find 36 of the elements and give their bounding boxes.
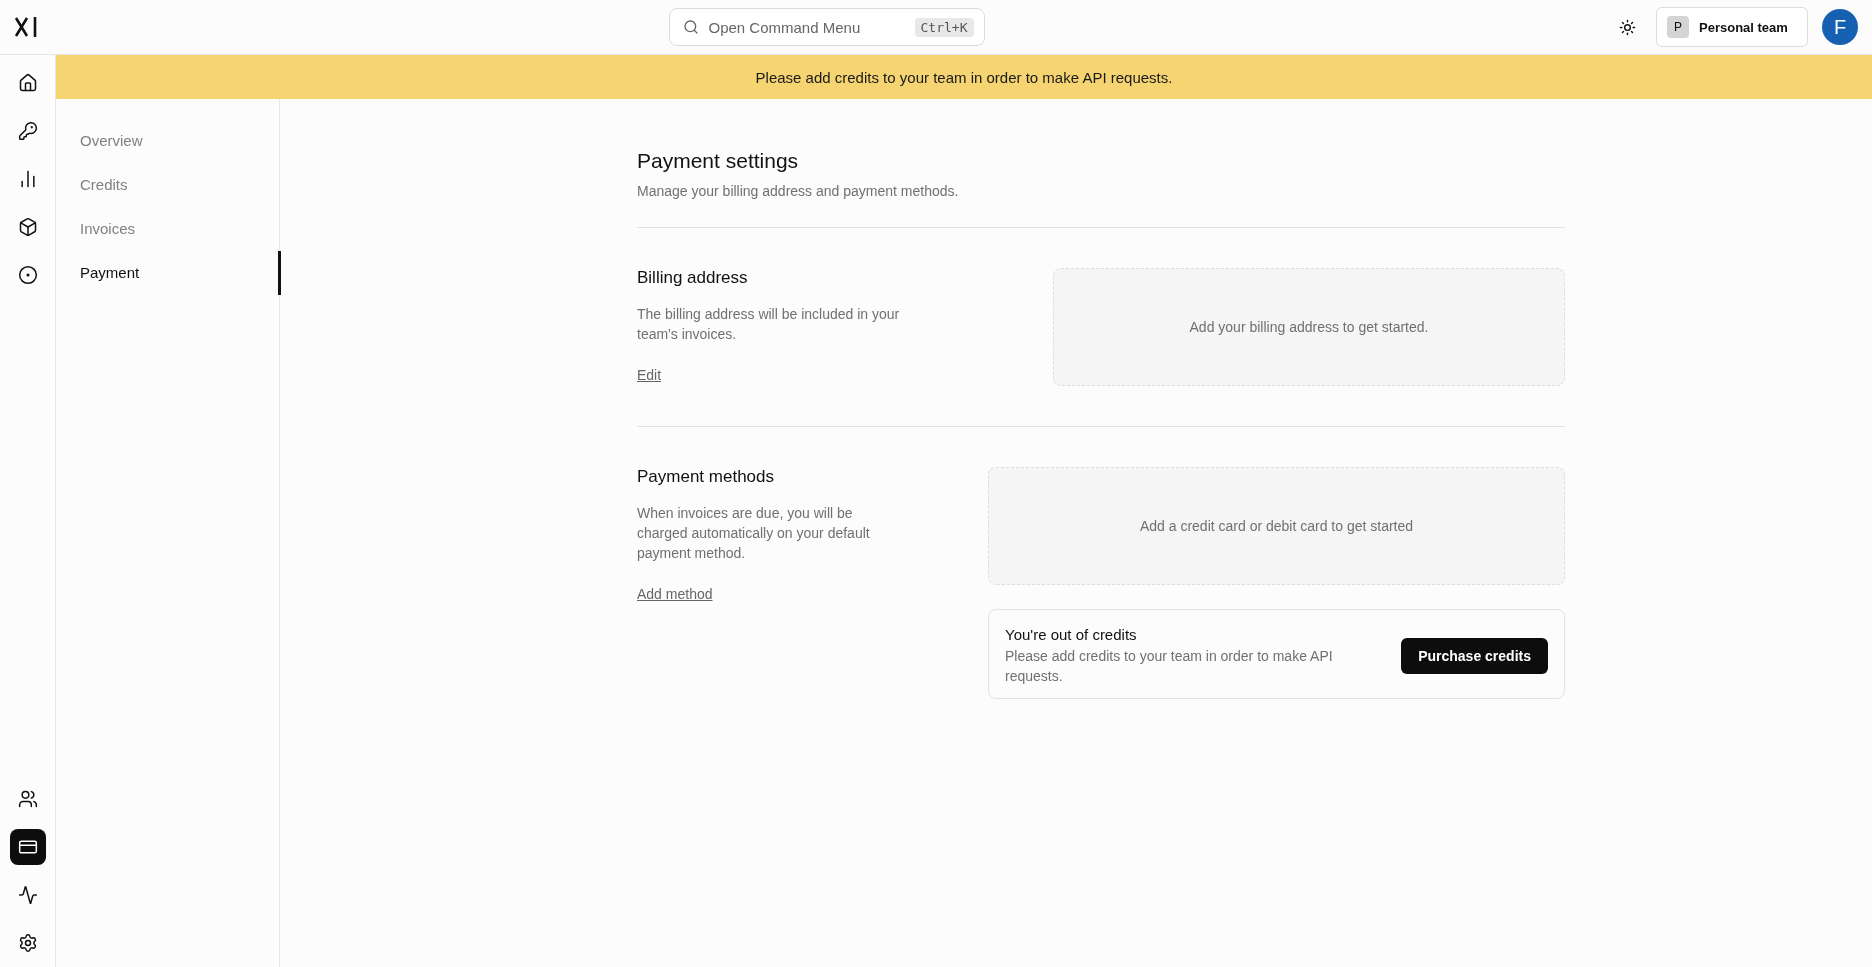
home-icon	[17, 73, 38, 93]
card-button[interactable]	[9, 829, 46, 865]
user-avatar[interactable]: F	[1822, 9, 1858, 45]
nav-item[interactable]: Credits	[56, 163, 281, 207]
team-switcher[interactable]: P Personal team	[1656, 7, 1808, 47]
section-title: Billing address	[637, 268, 749, 288]
command-menu-field[interactable]: Open Command Menu Ctrl+K	[668, 8, 985, 46]
page-subtitle: Manage your billing address and payment methods.	[637, 183, 960, 199]
cube-icon	[17, 217, 38, 237]
search-icon	[682, 19, 699, 35]
section-description: The billing address will be included in your team's invoices.	[637, 305, 901, 344]
team-initial: P	[1667, 16, 1689, 38]
section-link[interactable]: Edit	[637, 367, 662, 383]
section-link[interactable]: Add method	[637, 586, 713, 602]
nav-item[interactable]: Overview	[56, 119, 281, 163]
empty-state-panel: Add your billing address to get started.	[1053, 268, 1565, 386]
section-title: Payment methods	[637, 467, 775, 487]
page-title: Payment settings	[637, 149, 800, 173]
section-description: When invoices are due, you will be charged automatically on your default payment method.	[637, 504, 871, 563]
nav-item[interactable]: Invoices	[56, 207, 281, 251]
target-icon	[17, 265, 38, 285]
settings-icon	[17, 933, 38, 953]
shortcut-key: Ctrl+K	[914, 17, 974, 37]
empty-state-panel: Add a credit card or debit card to get started	[988, 467, 1565, 585]
notice-title: You're out of credits	[1005, 626, 1138, 643]
nav-item[interactable]: Payment	[56, 251, 281, 295]
notice-message: Please add credits to your team in order to make API requests.	[1005, 647, 1334, 686]
purchase-credits-button[interactable]: Purchase credits	[1401, 638, 1548, 674]
activity-icon	[17, 885, 38, 905]
team-name: Personal team	[1699, 19, 1788, 35]
command-menu-placeholder: Open Command Menu	[708, 18, 861, 36]
credits-banner: Please add credits to your team in order to make API requests.	[56, 55, 1872, 99]
card-icon	[17, 837, 38, 857]
users-icon	[17, 789, 38, 809]
key-icon	[17, 121, 38, 141]
sun-icon	[1619, 18, 1636, 36]
